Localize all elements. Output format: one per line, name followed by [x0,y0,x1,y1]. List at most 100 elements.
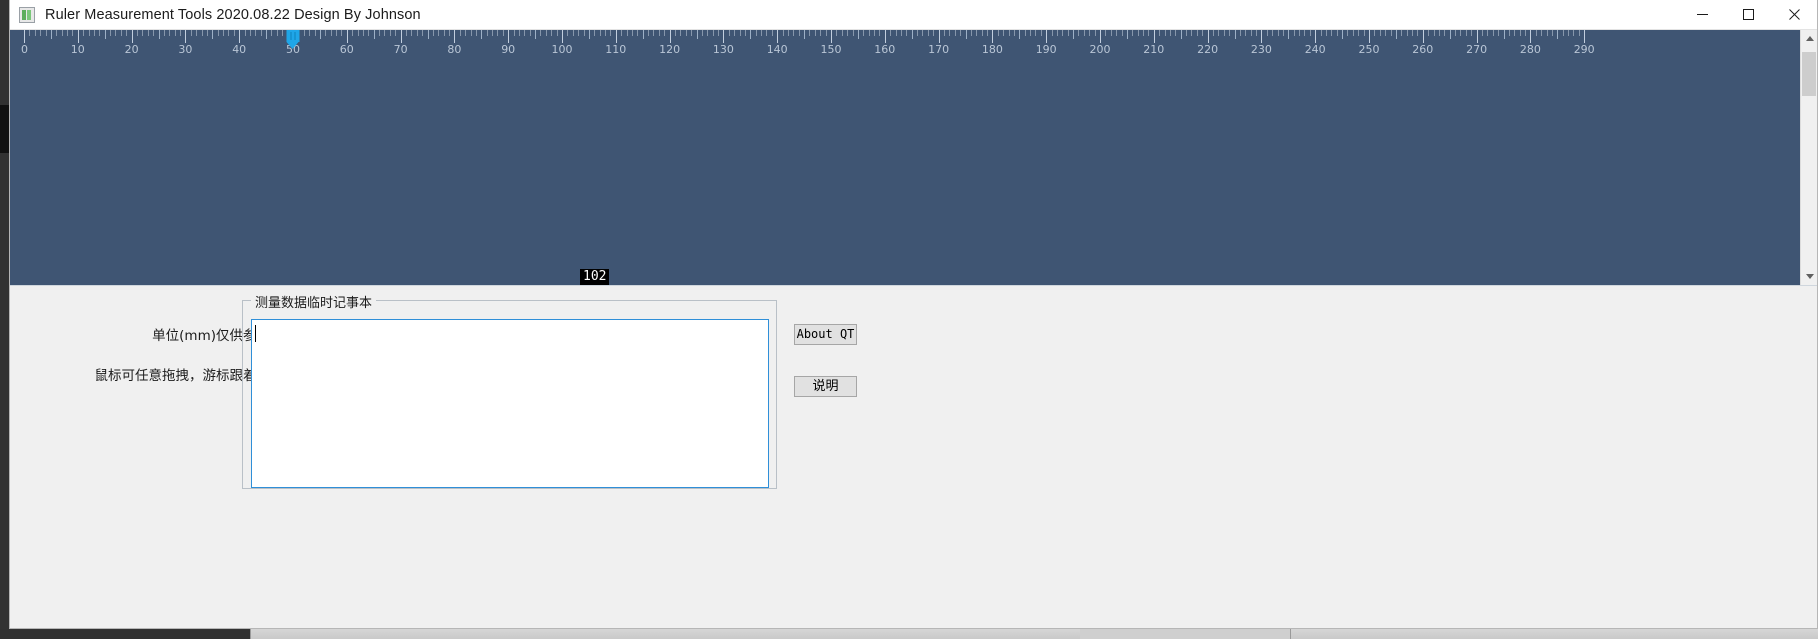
scroll-up-arrow-icon[interactable] [1801,30,1817,47]
ruler-tick [1266,30,1268,36]
about-qt-button[interactable]: About QT [794,324,857,345]
ruler-tick [1126,30,1128,39]
ruler-tick [416,30,418,36]
window-controls [1679,0,1817,29]
ruler-tick [341,30,343,36]
ruler-tick [653,30,655,36]
ruler-tick [147,30,149,36]
ruler-tick [1046,30,1048,43]
ruler-tick [260,30,262,36]
ruler-tick [266,30,268,39]
ruler-tick [1363,30,1365,36]
ruler-tick-label: 130 [712,43,734,56]
ruler-tick [1051,30,1053,36]
ruler-tick [992,30,994,43]
ruler-cursor-marker[interactable] [286,30,300,49]
ruler-tick [56,30,58,36]
ruler-tick-label: 150 [820,43,842,56]
ruler-tick [771,30,773,36]
ruler-tick [1390,30,1392,36]
ruler-tick [379,30,381,36]
taskbar-divider [250,629,251,639]
ruler-tick [104,30,106,39]
ruler-tick [93,30,95,36]
ruler-tick [158,30,160,39]
ruler-tick [1191,30,1193,36]
ruler-tick [314,30,316,36]
ruler-tick [535,30,537,39]
ruler-tick [185,30,187,43]
title-bar[interactable]: Ruler Measurement Tools 2020.08.22 Desig… [10,0,1817,30]
ruler-tick [459,30,461,36]
ruler-area[interactable]: 0 10 20 30 40 50 60 70 80 90 100 110 120 130 140 150 160… [10,30,1817,285]
taskbar-active-item[interactable] [1080,629,1290,639]
ruler-tick [1056,30,1058,36]
ruler-tick [804,30,806,39]
ruler-tick [1239,30,1241,36]
ruler-tick-label: 260 [1412,43,1434,56]
ruler-tick [1465,30,1467,36]
ruler-tick [1261,30,1263,43]
minimize-button[interactable] [1679,0,1725,29]
ruler-tick [492,30,494,36]
os-taskbar[interactable] [0,629,1818,639]
close-button[interactable] [1771,0,1817,29]
ruler-tick [906,30,908,36]
ruler-tick [1003,30,1005,36]
ruler-tick [1320,30,1322,36]
ruler-tick-label: 70 [393,43,408,56]
ruler-tick [900,30,902,36]
ruler-tick [497,30,499,36]
ruler-tick [1035,30,1037,36]
ruler-tick [72,30,74,36]
ruler-tick-label: 220 [1197,43,1219,56]
ruler-tick-label: 210 [1143,43,1165,56]
ruler-tick [874,30,876,36]
ruler-tick [400,30,402,43]
ruler-tick [373,30,375,39]
ruler-tick [1164,30,1166,36]
taskbar-start-region[interactable] [0,629,250,639]
ruler-canvas[interactable]: 0 10 20 30 40 50 60 70 80 90 100 110 120 130 140 150 160… [10,30,1800,285]
ruler-tick [911,30,913,39]
ruler-tick [1024,30,1026,36]
ruler-tick [1180,30,1182,39]
ruler-vertical-scrollbar[interactable] [1800,30,1817,285]
ruler-tick-label: 0 [21,43,28,56]
ruler-tick [470,30,472,36]
ruler-tick [556,30,558,36]
ruler-tick [249,30,251,36]
ruler-tick [1105,30,1107,36]
ruler-tick [562,30,563,43]
ruler-tick [685,30,687,36]
ruler-tick [395,30,397,36]
ruler-tick [180,30,182,36]
ruler-tick-label: 10 [70,43,85,56]
text-caret [255,325,256,342]
ruler-tick [825,30,827,36]
ruler-tick-label: 40 [232,43,247,56]
ruler-tick [960,30,962,36]
ruler-tick [938,30,940,43]
ruler-tick [190,30,192,36]
ruler-tick [45,30,47,36]
ruler-tick [454,30,456,43]
scrollbar-thumb[interactable] [1802,52,1816,96]
ruler-tick [847,30,849,36]
ruler-tick [1487,30,1489,36]
ruler-tick [309,30,311,36]
ruler-tick [701,30,703,36]
ruler-tick [1293,30,1295,36]
ruler-tick [1040,30,1042,36]
ruler-tick [88,30,90,36]
maximize-button[interactable] [1725,0,1771,29]
ruler-tick [755,30,757,36]
ruler-tick [475,30,477,36]
measurement-notes-textarea[interactable] [251,319,769,488]
ruler-tick [1519,30,1521,36]
ruler-tick [1143,30,1145,36]
scroll-down-arrow-icon[interactable] [1801,268,1817,285]
desktop-left-dark-band [0,105,9,153]
ruler-tick [99,30,101,36]
help-button[interactable]: 说明 [794,376,857,397]
